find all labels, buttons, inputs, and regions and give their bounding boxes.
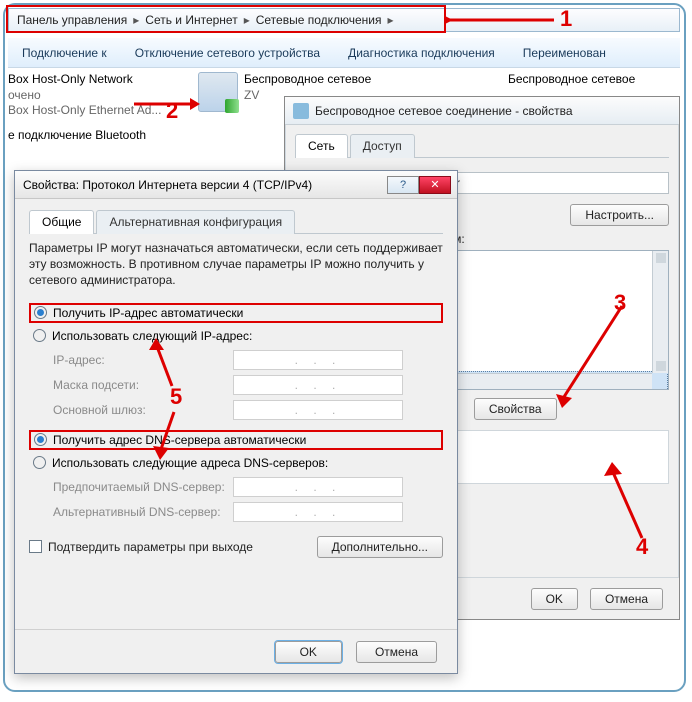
configure-button[interactable]: Настроить... — [570, 204, 669, 226]
radio-manual-ip[interactable]: Использовать следующий IP-адрес: — [29, 327, 443, 345]
properties-button[interactable]: Свойства — [474, 398, 557, 420]
dialog-titlebar[interactable]: Беспроводное сетевое соединение - свойст… — [285, 97, 679, 125]
annotation-number-5: 5 — [170, 384, 182, 410]
annotation-number-3: 3 — [614, 290, 626, 316]
info-text: Параметры IP могут назначаться автоматич… — [29, 240, 443, 289]
tab-strip: Общие Альтернативная конфигурация — [29, 209, 443, 234]
network-name: Box Host-Only Network — [8, 72, 161, 88]
validate-label: Подтвердить параметры при выходе — [48, 540, 253, 554]
tab-strip: Сеть Доступ — [295, 133, 669, 158]
dialog-title: Свойства: Протокол Интернета версии 4 (T… — [23, 178, 312, 192]
ok-button[interactable]: OK — [531, 588, 578, 610]
chevron-right-icon: ▸ — [242, 13, 252, 27]
radio-manual-dns[interactable]: Использовать следующие адреса DNS-сервер… — [29, 454, 443, 472]
radio-label: Использовать следующий IP-адрес: — [52, 329, 252, 343]
network-name: е подключение Bluetooth — [8, 128, 146, 144]
ip-address-field: . . . — [233, 350, 403, 370]
tab-access[interactable]: Доступ — [350, 134, 415, 158]
network-item[interactable]: Беспроводное сетевое — [508, 72, 635, 88]
network-icon — [198, 72, 238, 112]
breadcrumb-bar: Панель управления ▸ Сеть и Интернет ▸ Се… — [8, 8, 680, 32]
preferred-dns-label: Предпочитаемый DNS-сервер: — [53, 480, 233, 494]
ip-address-label: IP-адрес: — [53, 353, 233, 367]
network-adapter: Box Host-Only Ethernet Ad... — [8, 103, 161, 119]
cancel-button[interactable]: Отмена — [356, 641, 437, 663]
network-icon — [293, 103, 309, 119]
dialog-titlebar[interactable]: Свойства: Протокол Интернета версии 4 (T… — [15, 171, 457, 199]
annotation-number-2: 2 — [166, 98, 178, 124]
breadcrumb-item[interactable]: Сеть и Интернет — [141, 13, 241, 27]
close-button[interactable]: ✕ — [419, 176, 451, 194]
network-item[interactable]: Box Host-Only Network очено Box Host-Onl… — [8, 72, 161, 119]
radio-auto-dns[interactable]: Получить адрес DNS-сервера автоматически — [29, 430, 443, 450]
radio-label: Получить адрес DNS-сервера автоматически — [53, 433, 306, 447]
alternate-dns-label: Альтернативный DNS-сервер: — [53, 505, 233, 519]
subnet-mask-label: Маска подсети: — [53, 378, 233, 392]
cancel-button[interactable]: Отмена — [590, 588, 663, 610]
scrollbar-vertical[interactable] — [652, 251, 668, 373]
network-status: очено — [8, 88, 161, 104]
tab-network[interactable]: Сеть — [295, 134, 348, 158]
radio-icon — [33, 329, 46, 342]
chevron-right-icon: ▸ — [131, 13, 141, 27]
subnet-mask-field: . . . — [233, 375, 403, 395]
annotation-number-4: 4 — [636, 534, 648, 560]
toolbar-item[interactable]: Отключение сетевого устройства — [121, 46, 334, 60]
advanced-button[interactable]: Дополнительно... — [317, 536, 443, 558]
tab-general[interactable]: Общие — [29, 210, 94, 234]
annotation-number-1: 1 — [560, 6, 572, 32]
network-name: Беспроводное сетевое — [508, 72, 635, 88]
toolbar-item[interactable]: Диагностика подключения — [334, 46, 509, 60]
alternate-dns-field: . . . — [233, 502, 403, 522]
toolbar: Подключение к Отключение сетевого устрой… — [8, 38, 680, 68]
toolbar-item[interactable]: Переименован — [509, 46, 620, 60]
gateway-label: Основной шлюз: — [53, 403, 233, 417]
network-name: Беспроводное сетевое — [244, 72, 371, 88]
tab-alt-config[interactable]: Альтернативная конфигурация — [96, 210, 295, 234]
ipv4-properties-dialog: Свойства: Протокол Интернета версии 4 (T… — [14, 170, 458, 674]
validate-checkbox[interactable] — [29, 540, 42, 553]
preferred-dns-field: . . . — [233, 477, 403, 497]
help-button[interactable]: ? — [387, 176, 419, 194]
radio-icon — [34, 306, 47, 319]
radio-icon — [33, 456, 46, 469]
network-item-bluetooth[interactable]: е подключение Bluetooth — [8, 128, 146, 144]
radio-label: Получить IP-адрес автоматически — [53, 306, 243, 320]
toolbar-item[interactable]: Подключение к — [8, 46, 121, 60]
ok-button[interactable]: OK — [275, 641, 342, 663]
chevron-right-icon: ▸ — [386, 13, 396, 27]
breadcrumb-item[interactable]: Сетевые подключения — [252, 13, 386, 27]
radio-label: Использовать следующие адреса DNS-сервер… — [52, 456, 328, 470]
radio-icon — [34, 433, 47, 446]
breadcrumb-item[interactable]: Панель управления — [13, 13, 131, 27]
dialog-title: Беспроводное сетевое соединение - свойст… — [315, 104, 573, 118]
radio-auto-ip[interactable]: Получить IP-адрес автоматически — [29, 303, 443, 323]
gateway-field: . . . — [233, 400, 403, 420]
